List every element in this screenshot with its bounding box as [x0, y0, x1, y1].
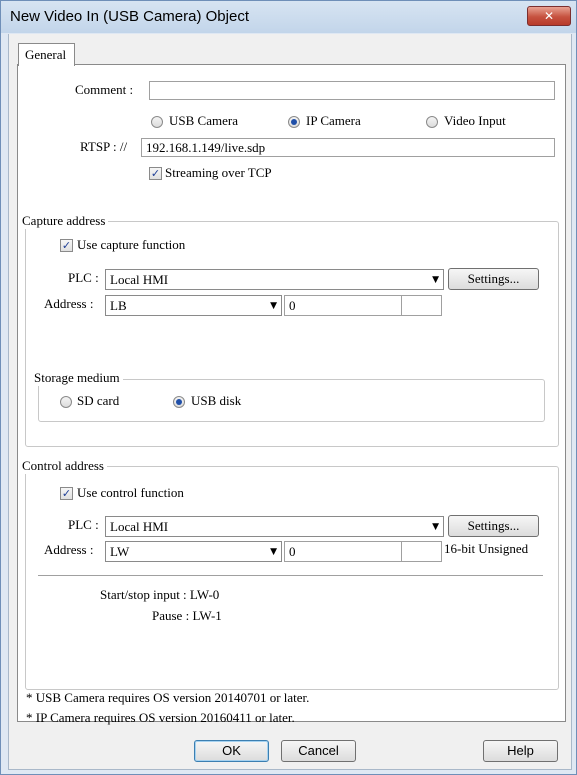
- radio-usb-camera-label: USB Camera: [169, 113, 238, 128]
- streaming-tcp-label: Streaming over TCP: [165, 165, 272, 180]
- chevron-down-icon: ▼: [432, 522, 439, 532]
- rtsp-input[interactable]: 192.168.1.149/live.sdp: [141, 138, 555, 157]
- capture-device-select[interactable]: LB ▼: [105, 295, 282, 316]
- comment-label: Comment :: [75, 82, 134, 97]
- storage-medium-title: Storage medium: [32, 370, 123, 386]
- dialog-window: New Video In (USB Camera) Object ✕ Gener…: [0, 0, 577, 775]
- cancel-button[interactable]: Cancel: [281, 740, 356, 762]
- capture-address-input[interactable]: 0: [284, 295, 402, 316]
- radio-usb-disk[interactable]: [173, 396, 185, 408]
- radio-video-input-label: Video Input: [444, 113, 506, 128]
- chevron-down-icon: ▼: [270, 301, 277, 311]
- control-plc-label: PLC :: [68, 517, 99, 532]
- use-capture-checkbox[interactable]: ✓: [60, 239, 73, 252]
- cancel-label: Cancel: [298, 743, 339, 758]
- capture-device-value: LB: [110, 298, 127, 313]
- radio-sd-card-label: SD card: [77, 393, 120, 408]
- close-button[interactable]: ✕: [527, 6, 571, 26]
- capture-plc-label: PLC :: [68, 270, 99, 285]
- radio-sd-card[interactable]: [60, 396, 72, 408]
- control-address-input[interactable]: 0: [284, 541, 402, 562]
- chevron-down-icon: ▼: [270, 547, 277, 557]
- control-settings-button[interactable]: Settings...: [448, 515, 539, 537]
- radio-video-input[interactable]: [426, 116, 438, 128]
- note-ip-camera: * IP Camera requires OS version 20160411…: [26, 710, 295, 725]
- general-tab-panel: Comment : USB Camera IP Camera Video Inp…: [17, 64, 566, 725]
- data-format-label: 16-bit Unsigned: [444, 541, 529, 556]
- rtsp-label: RTSP : //: [80, 139, 128, 154]
- capture-address-title: Capture address: [20, 213, 109, 229]
- control-device-value: LW: [110, 544, 130, 559]
- radio-ip-camera-label: IP Camera: [306, 113, 361, 128]
- control-device-select[interactable]: LW ▼: [105, 541, 282, 562]
- capture-settings-label: Settings...: [467, 271, 520, 286]
- control-address-extra[interactable]: [401, 541, 442, 562]
- radio-ip-camera[interactable]: [288, 116, 300, 128]
- capture-plc-value: Local HMI: [110, 272, 169, 287]
- control-plc-select[interactable]: Local HMI ▼: [105, 516, 444, 537]
- control-settings-label: Settings...: [467, 518, 520, 533]
- close-icon: ✕: [543, 9, 555, 23]
- streaming-tcp-checkbox[interactable]: ✓: [149, 167, 162, 180]
- help-label: Help: [507, 743, 534, 758]
- use-control-checkbox[interactable]: ✓: [60, 487, 73, 500]
- tab-general-label: General: [25, 47, 67, 62]
- capture-address-extra[interactable]: [401, 295, 442, 316]
- chevron-down-icon: ▼: [432, 275, 439, 285]
- divider: [38, 575, 543, 576]
- use-capture-label: Use capture function: [77, 237, 186, 252]
- title-bar[interactable]: New Video In (USB Camera) Object ✕: [1, 1, 576, 33]
- ok-label: OK: [222, 743, 241, 758]
- control-plc-value: Local HMI: [110, 519, 169, 534]
- dialog-client-area: General Comment : USB Camera IP Camera V…: [8, 34, 572, 770]
- control-address-label: Address :: [44, 542, 94, 557]
- start-stop-info: Start/stop input : LW-0: [100, 587, 220, 602]
- control-address-title: Control address: [20, 458, 107, 474]
- capture-settings-button[interactable]: Settings...: [448, 268, 539, 290]
- capture-plc-select[interactable]: Local HMI ▼: [105, 269, 444, 290]
- window-title: New Video In (USB Camera) Object: [10, 8, 249, 25]
- ok-button[interactable]: OK: [194, 740, 269, 762]
- tab-general[interactable]: General: [18, 43, 75, 66]
- radio-usb-disk-label: USB disk: [191, 393, 242, 408]
- note-usb-camera: * USB Camera requires OS version 2014070…: [26, 690, 310, 705]
- use-control-label: Use control function: [77, 485, 184, 500]
- comment-input[interactable]: [149, 81, 555, 100]
- help-button[interactable]: Help: [483, 740, 558, 762]
- capture-address-label: Address :: [44, 296, 94, 311]
- radio-usb-camera[interactable]: [151, 116, 163, 128]
- pause-info: Pause : LW-1: [152, 608, 222, 623]
